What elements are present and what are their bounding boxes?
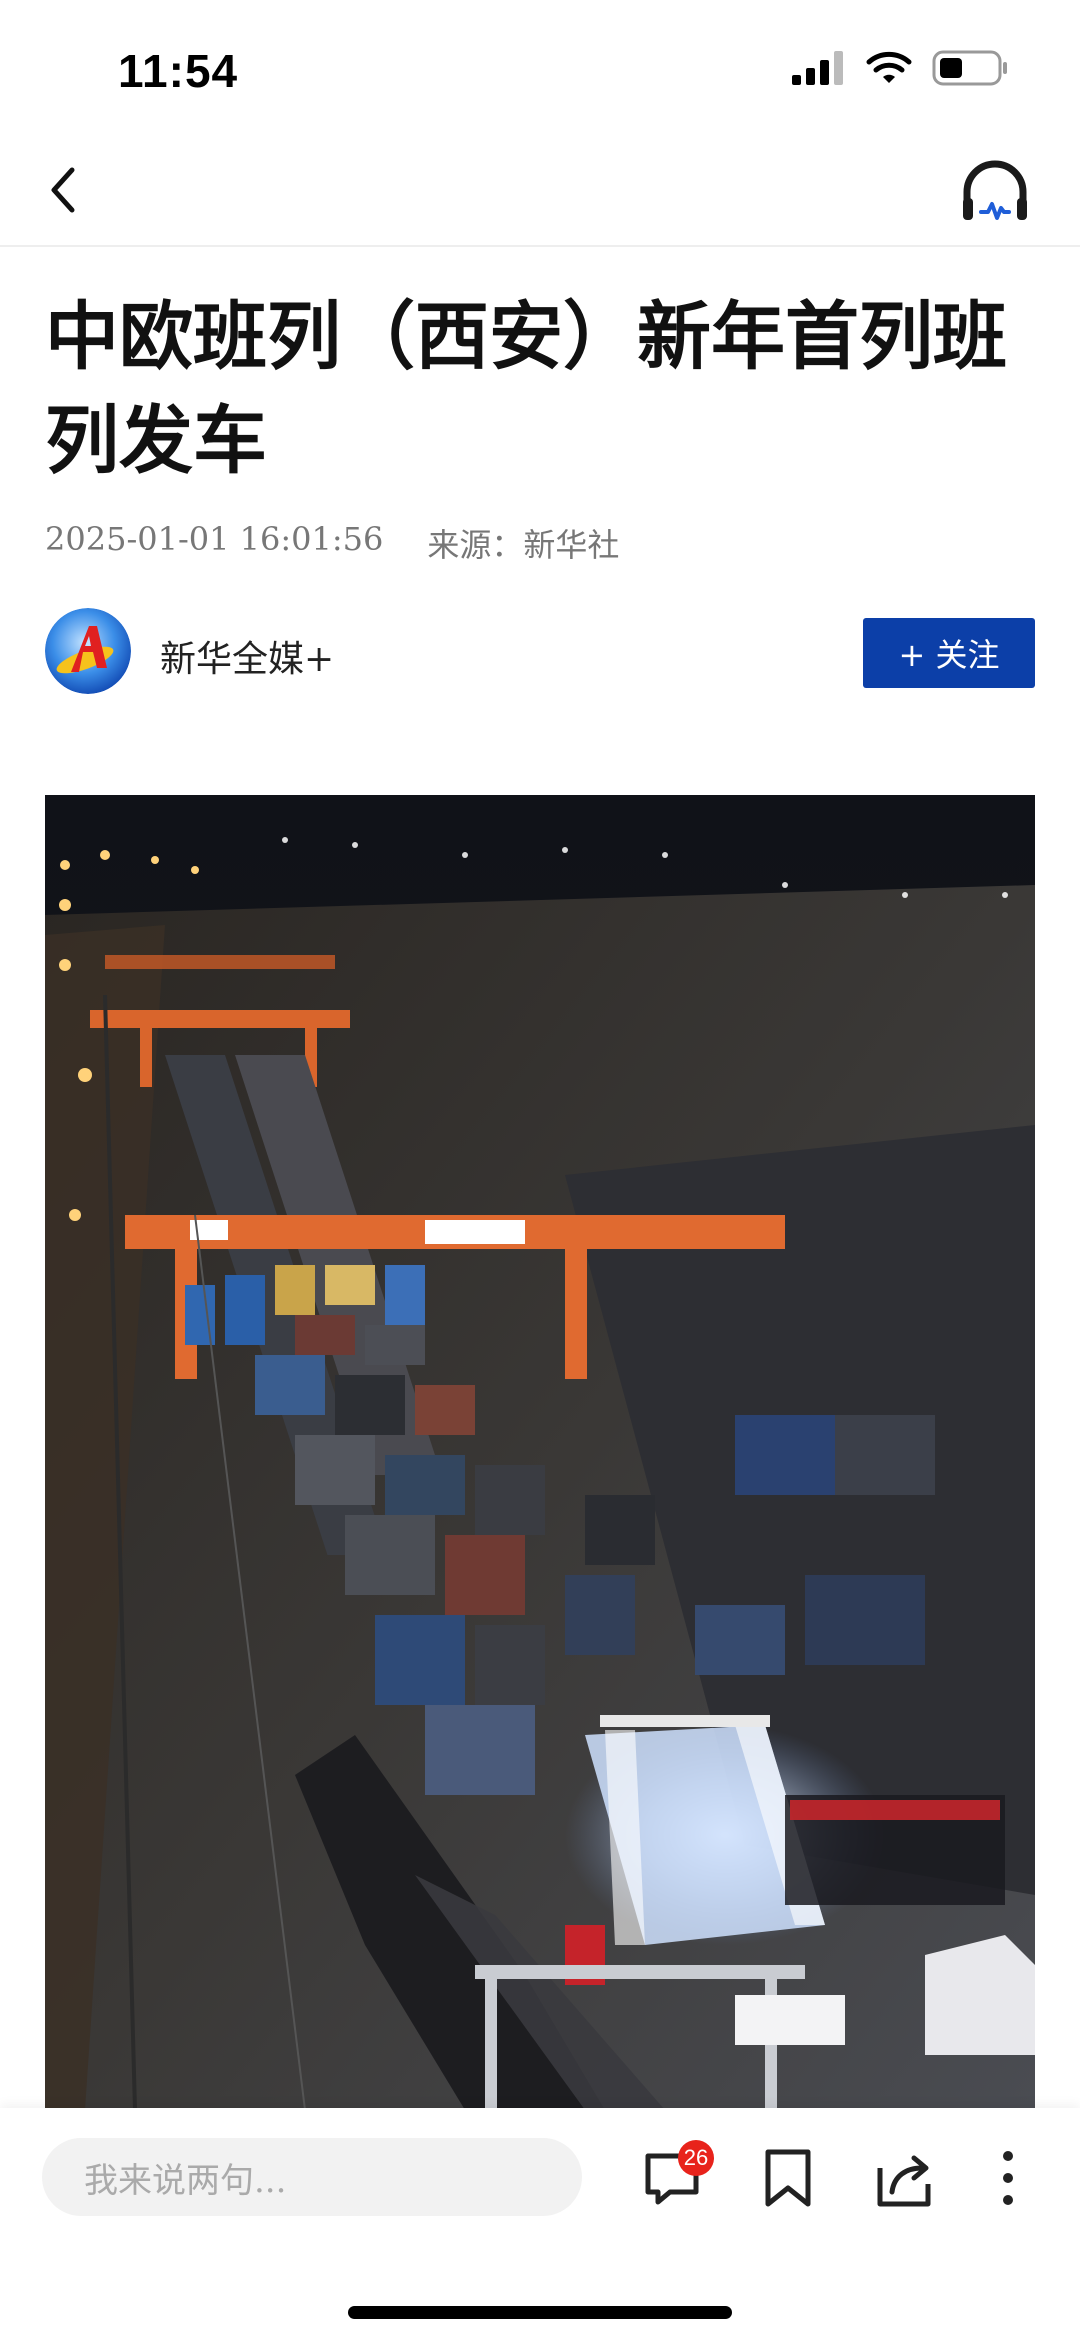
headphones-icon[interactable] (955, 150, 1035, 230)
author-avatar[interactable] (45, 608, 131, 694)
home-indicator (348, 2306, 732, 2319)
article-meta: 2025-01-01 16:01:56 来源：新华社 (45, 520, 619, 566)
status-bar: 11:54 (0, 0, 1080, 140)
bookmark-icon[interactable] (756, 2146, 820, 2210)
status-time: 11:54 (118, 45, 239, 97)
cellular-signal-icon (792, 51, 843, 85)
follow-button[interactable]: + 关注 (863, 618, 1035, 688)
author-name[interactable]: 新华全媒+ (160, 630, 334, 682)
comment-input[interactable]: 我来说两句... (42, 2138, 582, 2216)
xinhua-logo-icon (45, 608, 131, 694)
more-options-icon[interactable] (978, 2146, 1038, 2210)
article-source: 来源：新华社 (427, 526, 620, 564)
comment-count-badge: 26 (678, 2140, 714, 2176)
bottom-action-bar: 我来说两句... 26 (0, 2108, 1080, 2337)
author-row: 新华全媒+ + 关注 (45, 608, 1035, 696)
article-title: 中欧班列（西安）新年首列班列发车 (45, 294, 1007, 484)
share-icon[interactable] (872, 2146, 936, 2210)
battery-icon (932, 50, 1007, 86)
back-chevron-icon[interactable] (40, 160, 100, 220)
wifi-icon (866, 51, 912, 83)
rail-freight-night-photo (45, 795, 1035, 2110)
top-nav (0, 140, 1080, 247)
status-icons (792, 50, 1010, 86)
article-photo[interactable] (45, 795, 1035, 2110)
publish-datetime: 2025-01-01 16:01:56 (45, 520, 384, 558)
